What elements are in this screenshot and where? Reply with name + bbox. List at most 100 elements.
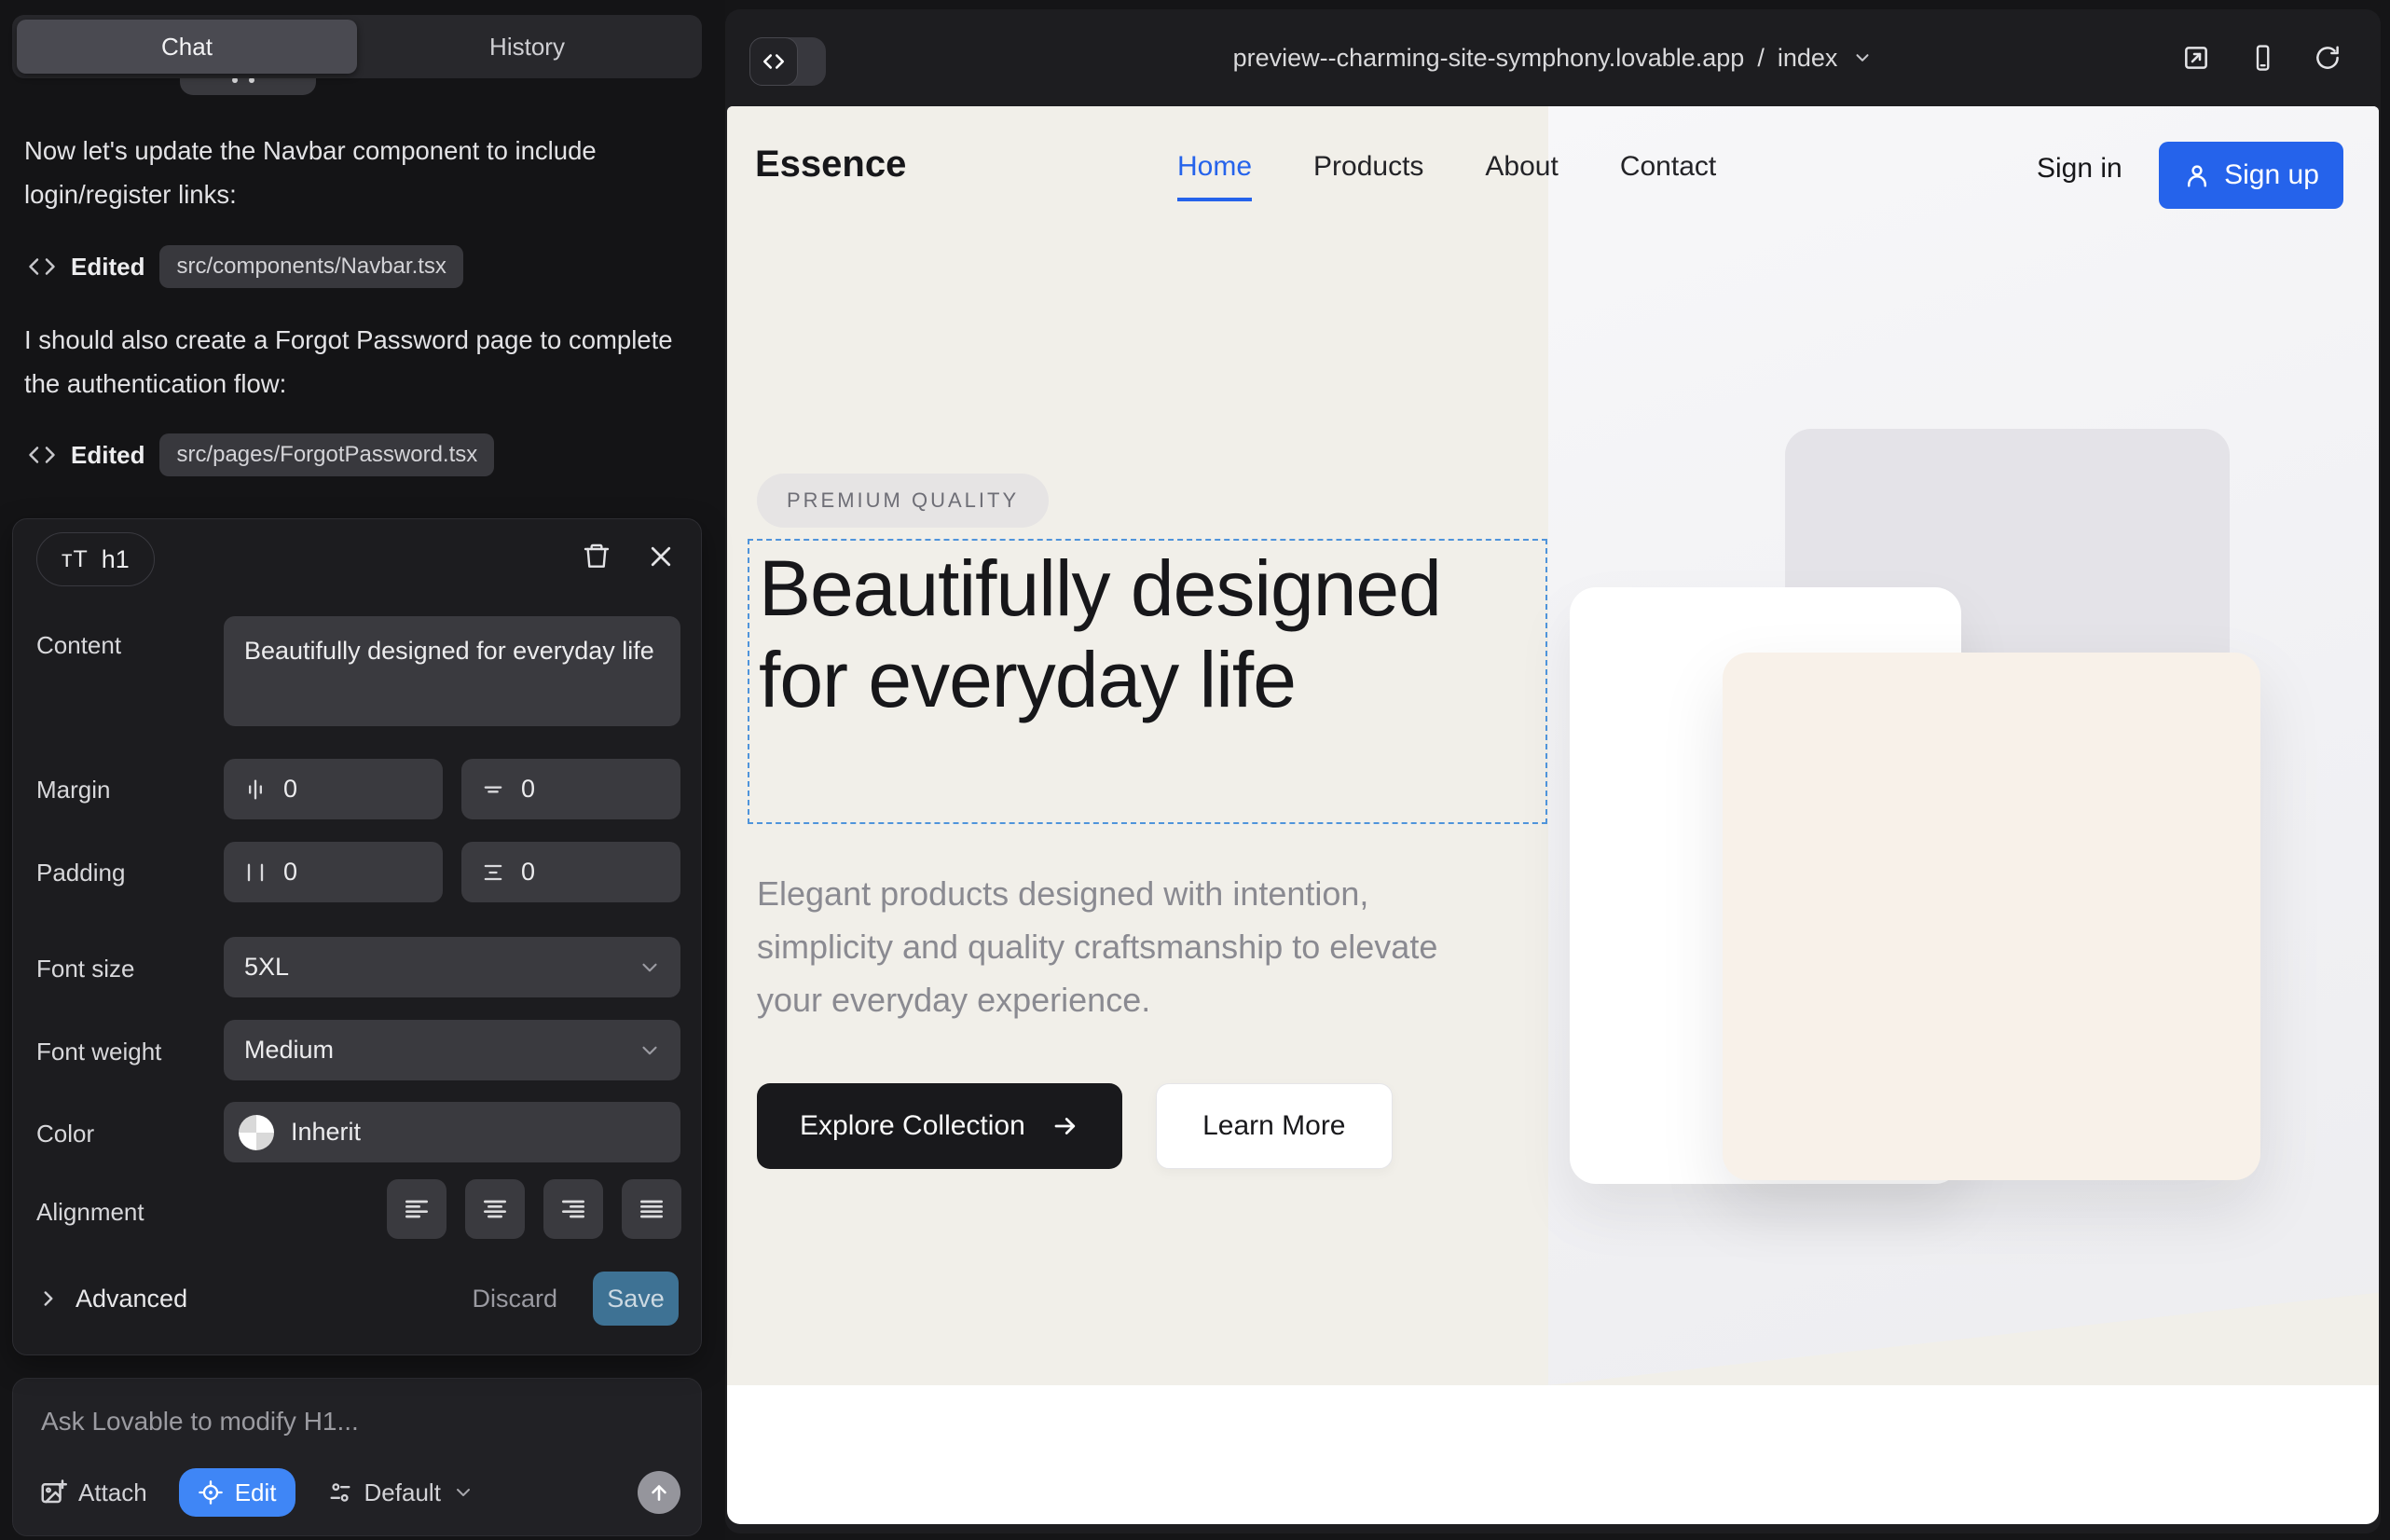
discard-button[interactable]: Discard bbox=[472, 1285, 557, 1313]
close-icon bbox=[647, 543, 675, 571]
chevron-down-icon bbox=[452, 1481, 474, 1504]
align-left-button[interactable] bbox=[387, 1179, 446, 1239]
nav-link-contact[interactable]: Contact bbox=[1620, 151, 1716, 201]
sign-in-button[interactable]: Sign in bbox=[2037, 153, 2122, 185]
premium-quality-badge: PREMIUM QUALITY bbox=[757, 474, 1049, 528]
selected-element-pill[interactable]: тT h1 bbox=[36, 532, 155, 586]
attach-label: Attach bbox=[78, 1478, 147, 1507]
tab-history[interactable]: History bbox=[357, 20, 697, 74]
preview-url-bar[interactable]: preview--charming-site-symphony.lovable.… bbox=[725, 9, 2381, 106]
font-weight-select[interactable]: Medium bbox=[224, 1020, 680, 1080]
chat-history-tabs: Chat History bbox=[12, 15, 702, 78]
alignment-label: Alignment bbox=[36, 1198, 144, 1227]
font-weight-value: Medium bbox=[244, 1036, 334, 1065]
file-chip[interactable]: src/components/Navbar.tsx bbox=[159, 245, 462, 288]
font-size-select[interactable]: 5XL bbox=[224, 937, 680, 997]
align-justify-button[interactable] bbox=[622, 1179, 681, 1239]
align-right-icon bbox=[558, 1194, 588, 1224]
chevron-down-icon bbox=[638, 956, 662, 980]
preview-url: preview--charming-site-symphony.lovable.… bbox=[1233, 44, 1745, 73]
font-size-value: 5XL bbox=[244, 953, 289, 982]
attach-button[interactable]: Attach bbox=[39, 1478, 147, 1507]
image-plus-icon bbox=[39, 1478, 67, 1506]
color-label: Color bbox=[36, 1120, 94, 1148]
margin-y-input[interactable]: 0 bbox=[461, 759, 680, 819]
explore-collection-button[interactable]: Explore Collection bbox=[757, 1083, 1122, 1169]
font-weight-label: Font weight bbox=[36, 1038, 161, 1066]
chat-composer[interactable]: Ask Lovable to modify H1... Attach Edit … bbox=[12, 1378, 702, 1536]
mobile-view-button[interactable] bbox=[2248, 44, 2276, 72]
chat-sidebar: Chat History Now let's update the Navbar… bbox=[0, 0, 725, 1540]
content-textarea[interactable]: Beautifully designed for everyday life bbox=[224, 616, 680, 726]
file-chip[interactable]: src/pages/ForgotPassword.tsx bbox=[159, 433, 494, 476]
font-size-label: Font size bbox=[36, 955, 135, 983]
smartphone-icon bbox=[2248, 44, 2276, 72]
h1-selection-overlay[interactable]: Beautifully designed for everyday life bbox=[748, 539, 1547, 824]
decorative-card-cream bbox=[1723, 653, 2260, 1180]
edit-mode-button[interactable]: Edit bbox=[179, 1468, 295, 1517]
advanced-toggle[interactable]: Advanced bbox=[36, 1285, 187, 1313]
color-swatch-icon bbox=[239, 1115, 274, 1150]
element-tag: h1 bbox=[102, 545, 130, 574]
padding-horizontal-icon bbox=[242, 859, 268, 886]
align-right-button[interactable] bbox=[543, 1179, 603, 1239]
tab-chat[interactable]: Chat bbox=[17, 20, 357, 74]
arrow-up-icon bbox=[647, 1480, 671, 1505]
hero-paragraph: Elegant products designed with intention… bbox=[757, 867, 1512, 1026]
assistant-message: Now let's update the Navbar component to… bbox=[24, 129, 686, 216]
learn-more-button[interactable]: Learn More bbox=[1156, 1083, 1393, 1169]
padding-x-input[interactable]: 0 bbox=[224, 842, 443, 902]
code-icon bbox=[28, 441, 56, 469]
target-icon bbox=[198, 1479, 224, 1506]
edited-label: Edited bbox=[71, 441, 144, 470]
scrolled-chip-partial bbox=[180, 78, 316, 95]
color-value: Inherit bbox=[291, 1118, 361, 1147]
margin-horizontal-icon bbox=[242, 777, 268, 803]
save-button[interactable]: Save bbox=[593, 1272, 679, 1326]
color-picker[interactable]: Inherit bbox=[224, 1102, 680, 1162]
refresh-icon bbox=[2314, 44, 2342, 72]
code-icon bbox=[28, 253, 56, 281]
sliders-icon bbox=[327, 1479, 353, 1506]
hero-section: Essence Home Products About Contact Sign… bbox=[727, 106, 2379, 1385]
advanced-label: Advanced bbox=[76, 1285, 187, 1313]
margin-y-value: 0 bbox=[521, 775, 535, 804]
nav-link-about[interactable]: About bbox=[1485, 151, 1558, 201]
padding-vertical-icon bbox=[480, 859, 506, 886]
padding-y-value: 0 bbox=[521, 858, 535, 887]
edit-label: Edit bbox=[235, 1478, 277, 1507]
edited-label: Edited bbox=[71, 253, 144, 282]
alignment-button-group bbox=[387, 1179, 681, 1239]
send-button[interactable] bbox=[638, 1471, 680, 1514]
explore-collection-label: Explore Collection bbox=[800, 1110, 1025, 1142]
nav-link-products[interactable]: Products bbox=[1313, 151, 1423, 201]
padding-y-input[interactable]: 0 bbox=[461, 842, 680, 902]
open-in-new-tab-button[interactable] bbox=[2181, 43, 2211, 73]
composer-input[interactable]: Ask Lovable to modify H1... bbox=[41, 1407, 359, 1437]
margin-x-input[interactable]: 0 bbox=[224, 759, 443, 819]
element-editor-panel: тT h1 Content Beautifully designed for e… bbox=[12, 518, 702, 1355]
hero-headline[interactable]: Beautifully designed for everyday life bbox=[759, 543, 1449, 725]
nav-link-home[interactable]: Home bbox=[1177, 151, 1252, 201]
margin-x-value: 0 bbox=[283, 775, 297, 804]
trash-icon bbox=[582, 542, 611, 571]
delete-element-button[interactable] bbox=[582, 542, 611, 571]
default-label: Default bbox=[364, 1478, 441, 1507]
close-editor-button[interactable] bbox=[647, 543, 675, 571]
user-icon bbox=[2183, 161, 2211, 189]
path-separator: / bbox=[1757, 44, 1765, 73]
refresh-button[interactable] bbox=[2314, 44, 2342, 72]
site-viewport: Essence Home Products About Contact Sign… bbox=[727, 106, 2379, 1524]
align-justify-icon bbox=[637, 1194, 666, 1224]
align-center-button[interactable] bbox=[465, 1179, 525, 1239]
model-default-dropdown[interactable]: Default bbox=[327, 1478, 474, 1507]
content-label: Content bbox=[36, 631, 121, 660]
brand-logo[interactable]: Essence bbox=[755, 144, 906, 186]
sign-up-button[interactable]: Sign up bbox=[2159, 142, 2343, 209]
preview-path: index bbox=[1778, 44, 1838, 73]
site-navbar: Essence Home Products About Contact Sign… bbox=[727, 106, 2379, 248]
align-center-icon bbox=[480, 1194, 510, 1224]
edited-file-row: Edited src/pages/ForgotPassword.tsx bbox=[28, 429, 494, 481]
padding-label: Padding bbox=[36, 859, 125, 887]
padding-x-value: 0 bbox=[283, 858, 297, 887]
